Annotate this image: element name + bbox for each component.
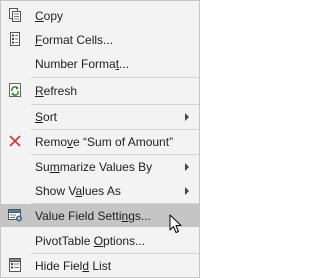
field-settings-icon [7,207,23,223]
menu-item-show-values-as[interactable]: Show Values As [1,179,199,202]
remove-x-icon [7,133,23,149]
menu-item-number-format-label: Number Format... [35,57,130,71]
menu-item-remove-field[interactable]: Remove “Sum of Amount” [1,130,199,153]
menu-item-format-cells[interactable]: Format Cells... [1,28,199,51]
menu-item-hide-field-list[interactable]: Hide Field List [1,254,199,277]
menu-item-copy-label: Copy [35,9,64,23]
menu-item-pivottable-options-label: PivotTable Options... [35,234,146,248]
menu-item-summarize-values-by-label: Summarize Values By [35,160,153,174]
chevron-right-icon [185,187,189,195]
menu-item-value-field-settings-label: Value Field Settings... [35,209,151,223]
menu-item-copy[interactable]: Copy [1,4,199,27]
menu-item-show-values-as-label: Show Values As [35,184,121,198]
refresh-icon [7,82,23,98]
menu-separator [31,77,199,78]
menu-item-format-cells-label: Format Cells... [35,33,114,47]
context-menu: Copy Format Cells... Number Format... Re… [0,0,200,278]
chevron-right-icon [185,163,189,171]
menu-item-remove-field-label: Remove “Sum of Amount” [35,135,174,149]
chevron-right-icon [185,113,189,121]
copy-icon [7,7,23,23]
field-list-icon [7,257,23,273]
mouse-pointer-icon [169,214,183,234]
menu-item-summarize-values-by[interactable]: Summarize Values By [1,155,199,178]
menu-item-hide-field-list-label: Hide Field List [35,259,112,273]
menu-item-sort-label: Sort [35,110,58,124]
menu-item-refresh-label: Refresh [35,84,78,98]
menu-item-refresh[interactable]: Refresh [1,79,199,102]
format-cells-icon [7,31,23,47]
menu-item-number-format[interactable]: Number Format... [1,52,199,75]
menu-item-sort[interactable]: Sort [1,105,199,128]
